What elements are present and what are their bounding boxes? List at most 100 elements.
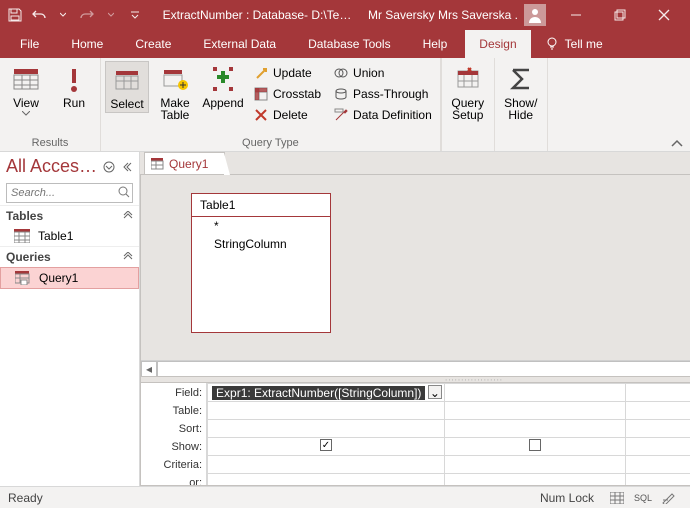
nav-dropdown-icon[interactable] [103,161,115,173]
passthrough-button[interactable]: Pass-Through [329,84,436,104]
redo-drop-icon[interactable] [100,4,122,26]
crosstab-button[interactable]: Crosstab [249,84,325,104]
data-definition-button[interactable]: Data Definition [329,105,436,125]
show-cell-3[interactable] [625,438,690,456]
avatar [524,4,546,26]
nav-item-table1[interactable]: Table1 [0,226,139,246]
design-view-icon[interactable] [656,489,682,507]
grid-cells[interactable]: Expr1: ExtractNumber([StringColumn])⌄ [206,383,690,485]
collapse-icon [123,211,133,221]
view-icon [10,63,42,95]
redo-icon[interactable] [76,4,98,26]
nav-collapse-icon[interactable] [121,161,133,173]
document-area: Query1 × Table1 * StringColumn ◂ ▸ ∙∙∙∙∙… [140,152,690,486]
ribbon: View Run Results Select Make Table Appen… [0,58,690,152]
status-numlock: Num Lock [540,491,594,505]
bulb-icon [545,37,559,51]
group-query-setup: Query Setup [441,58,495,151]
run-icon [58,63,90,95]
tab-create[interactable]: Create [121,30,185,58]
table-box-column[interactable]: StringColumn [192,235,330,253]
field-cell-1[interactable]: Expr1: ExtractNumber([StringColumn])⌄ [208,384,445,402]
splitter[interactable]: ∙∙∙∙∙∙∙∙∙∙∙∙∙∙∙∙∙∙ [141,376,690,383]
collapse-ribbon-icon[interactable] [670,139,684,149]
grid-row-labels: Field: Table: Sort: Show: Criteria: or: [141,383,206,485]
title-bar: ExtractNumber : Database- D:\Te… Mr Save… [0,0,690,30]
restore-button[interactable] [598,0,642,30]
or-cell-1[interactable] [208,474,445,486]
sql-view-button[interactable]: SQL [630,489,656,507]
nav-item-query1[interactable]: Query1 [0,267,139,289]
qat-customize-icon[interactable] [124,4,146,26]
select-button[interactable]: Select [105,61,149,113]
tab-design[interactable]: Design [465,30,530,58]
crosstab-icon [253,86,269,102]
minimize-button[interactable] [554,0,598,30]
close-button[interactable] [642,0,686,30]
undo-icon[interactable] [28,4,50,26]
collapse-icon [123,252,133,262]
nav-title: All Acces… [6,156,97,177]
status-ready: Ready [8,491,43,505]
run-button[interactable]: Run [52,61,96,118]
group-query-type-label: Query Type [242,137,299,151]
union-button[interactable]: Union [329,63,436,83]
tab-help[interactable]: Help [409,30,462,58]
checkbox-icon[interactable] [529,439,541,451]
design-hscroll[interactable]: ◂ ▸ [141,360,690,376]
query-icon [151,158,165,170]
delete-icon [253,107,269,123]
dropdown-icon[interactable]: ⌄ [428,385,442,399]
scroll-track[interactable] [157,361,690,377]
search-icon [118,186,130,198]
view-button[interactable]: View [4,61,48,118]
append-button[interactable]: Append [201,61,245,111]
design-surface[interactable]: Table1 * StringColumn [141,175,690,360]
chevron-down-icon [22,111,30,116]
make-table-icon [159,63,191,95]
table-box-title: Table1 [192,194,330,217]
doc-tab-query1[interactable]: Query1 [144,152,225,174]
update-button[interactable]: Update [249,63,325,83]
table-box-star[interactable]: * [192,217,330,235]
show-hide-button[interactable]: Show/ Hide [499,61,543,123]
user-name: Mr Saversky Mrs Saverska . [368,8,518,22]
tab-home[interactable]: Home [57,30,117,58]
tab-strip: Query1 × [140,152,690,174]
table-box-table1[interactable]: Table1 * StringColumn [191,193,331,333]
undo-drop-icon[interactable] [52,4,74,26]
tab-database-tools[interactable]: Database Tools [294,30,405,58]
make-table-button[interactable]: Make Table [153,61,197,123]
table-cell-1[interactable] [208,402,445,420]
datasheet-view-icon[interactable] [604,489,630,507]
save-icon[interactable] [4,4,26,26]
tab-external-data[interactable]: External Data [189,30,290,58]
status-bar: Ready Num Lock SQL [0,486,690,508]
checkbox-checked-icon[interactable] [320,439,332,451]
group-show-hide: Show/ Hide [495,58,548,151]
tell-me[interactable]: Tell me [535,37,613,51]
user-area[interactable]: Mr Saversky Mrs Saverska . [368,4,546,26]
tell-me-label: Tell me [565,37,603,51]
union-icon [333,65,349,81]
select-icon [111,64,143,96]
delete-button[interactable]: Delete [249,105,325,125]
scroll-left-icon[interactable]: ◂ [141,361,157,377]
query-setup-icon [452,63,484,95]
group-query-type: Select Make Table Append Update Crosstab… [101,58,441,151]
navigation-pane: All Acces… Tables Table1 Queries Query1 [0,152,140,486]
nav-group-tables[interactable]: Tables [0,205,139,226]
qbe-grid: Field: Table: Sort: Show: Criteria: or: … [141,383,690,485]
nav-group-queries[interactable]: Queries [0,246,139,267]
tab-file[interactable]: File [6,30,53,58]
nav-search[interactable] [6,183,133,203]
show-cell-1[interactable] [208,438,445,456]
criteria-cell-1[interactable] [208,456,445,474]
show-cell-2[interactable] [444,438,625,456]
field-cell-3[interactable] [625,384,690,402]
window-title: ExtractNumber : Database- D:\Te… [146,8,368,22]
sort-cell-1[interactable] [208,420,445,438]
query-setup-button[interactable]: Query Setup [446,61,490,123]
field-cell-2[interactable] [444,384,625,402]
search-input[interactable] [6,183,133,203]
